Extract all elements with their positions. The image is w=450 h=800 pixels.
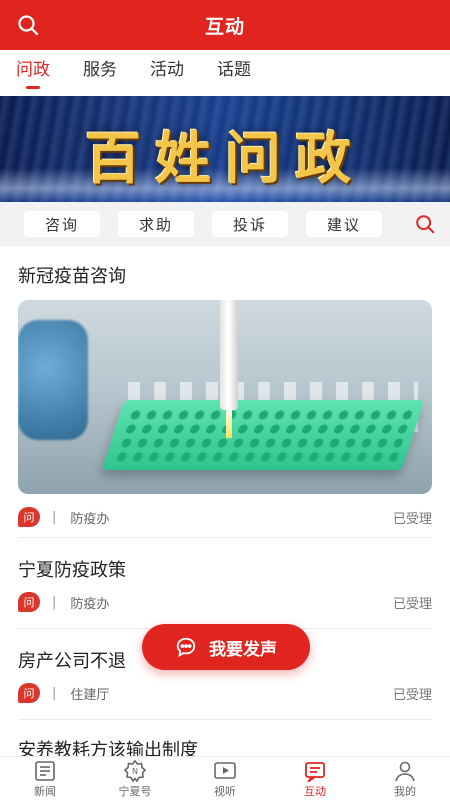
list-item[interactable]: 宁夏防疫政策 问 | 防疫办 已受理 (0, 538, 450, 616)
nav-video[interactable]: 视听 (180, 757, 270, 800)
nav-ningxia[interactable]: N 宁夏号 (90, 757, 180, 800)
video-icon (214, 762, 236, 779)
page-title: 互动 (204, 15, 245, 38)
status-text: 已受理 (392, 596, 432, 612)
tab-topic[interactable]: 话题 (217, 50, 251, 96)
item-title: 安养教耗方该输出制度 (18, 740, 198, 756)
speak-up-label: 我要发声 (209, 639, 277, 660)
image-tray (101, 400, 425, 470)
nav-interact[interactable]: 互动 (270, 757, 360, 800)
pill-consult[interactable]: 咨询 (24, 211, 100, 237)
nav-label: 互动 (304, 785, 326, 798)
image-tray-holes (112, 408, 414, 462)
profile-icon (395, 761, 415, 782)
list-item[interactable]: 安养教耗方该输出制度 (0, 720, 450, 756)
item-title: 宁夏防疫政策 (18, 560, 126, 581)
top-tabs: 问政 服务 活动 话题 (0, 50, 450, 96)
pill-suggestion[interactable]: 建议 (306, 211, 382, 237)
ningxia-badge-icon: N (123, 760, 147, 782)
wen-badge: 问 (18, 507, 40, 527)
wen-badge: 问 (18, 592, 40, 612)
chat-bubble-icon (176, 637, 196, 657)
interact-icon (305, 762, 325, 782)
search-icon[interactable] (16, 13, 40, 37)
app-header: 互动 (0, 0, 450, 50)
bottom-nav: 新闻 N 宁夏号 视听 互动 我的 (0, 756, 450, 800)
item-image (18, 300, 432, 494)
nav-label: 新闻 (34, 785, 56, 798)
item-meta: 问 | 住建厅 已受理 (18, 679, 432, 707)
news-icon (35, 761, 55, 781)
department: 防疫办 (70, 596, 110, 612)
list-item[interactable]: 新冠疫苗咨询 问 | 防疫办 已受理 (0, 246, 450, 531)
banner[interactable]: 百姓问政 (0, 96, 450, 202)
nav-label: 视听 (214, 785, 236, 798)
nav-label: 我的 (394, 785, 416, 798)
meta-separator: | (52, 594, 57, 610)
pill-help[interactable]: 求助 (118, 211, 194, 237)
pill-complaint[interactable]: 投诉 (212, 211, 288, 237)
tab-wenzheng[interactable]: 问政 (16, 50, 50, 96)
tab-activity[interactable]: 活动 (150, 50, 184, 96)
item-meta: 问 | 防疫办 已受理 (18, 588, 432, 616)
speak-up-button[interactable]: 我要发声 (142, 624, 310, 670)
search-icon[interactable] (414, 213, 436, 235)
department: 防疫办 (70, 511, 110, 527)
tab-service[interactable]: 服务 (83, 50, 117, 96)
question-feed: 新冠疫苗咨询 问 | 防疫办 已受理 宁夏防疫政策 问 | 防疫办 已受理 房产… (0, 246, 450, 756)
nav-profile[interactable]: 我的 (360, 757, 450, 800)
banner-title: 百姓问政 (85, 126, 365, 192)
status-text: 已受理 (392, 511, 432, 527)
meta-separator: | (52, 509, 57, 525)
category-bar: 咨询 求助 投诉 建议 (0, 202, 450, 246)
image-pipette (220, 300, 238, 438)
nav-news[interactable]: 新闻 (0, 757, 90, 800)
nav-label: 宁夏号 (118, 785, 152, 798)
meta-separator: | (52, 685, 57, 701)
item-meta: 问 | 防疫办 已受理 (18, 503, 432, 531)
wen-badge: 问 (18, 683, 40, 703)
department: 住建厅 (70, 687, 110, 703)
item-title: 新冠疫苗咨询 (18, 266, 126, 287)
image-bottle (18, 320, 88, 440)
status-text: 已受理 (392, 687, 432, 703)
svg-text:N: N (132, 767, 138, 776)
